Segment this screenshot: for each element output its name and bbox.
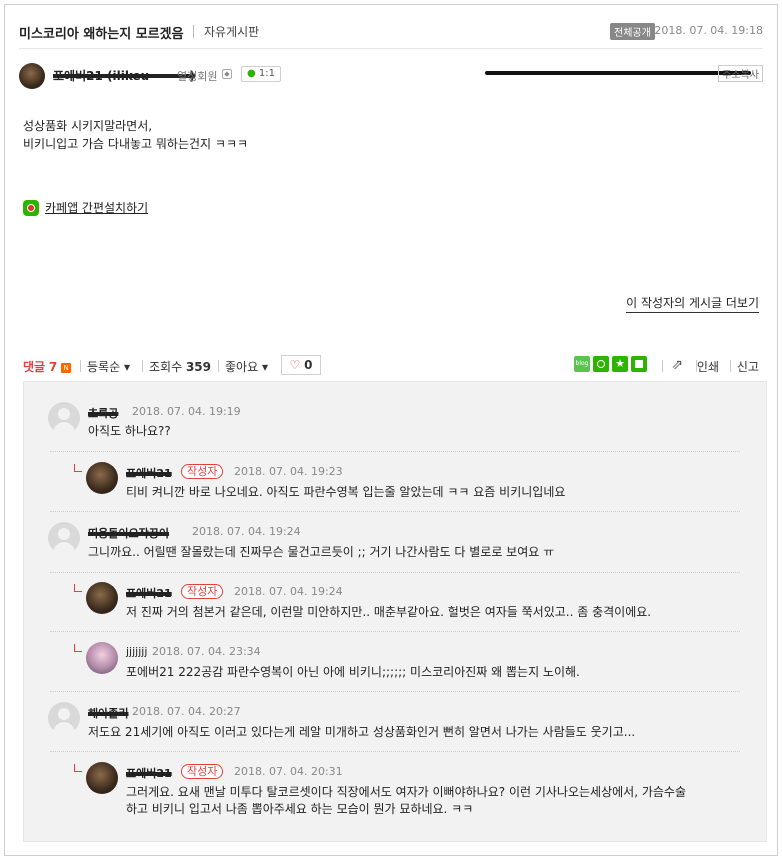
divider bbox=[662, 360, 663, 372]
comment-avatar[interactable] bbox=[86, 762, 118, 794]
comment-text: 아직도 하나요?? bbox=[88, 424, 171, 438]
comment-author[interactable]: 포에버21 bbox=[126, 585, 172, 601]
report-button[interactable]: 신고 bbox=[737, 358, 759, 375]
divider bbox=[218, 360, 219, 372]
share-icon[interactable]: ⇗ bbox=[671, 357, 683, 373]
comment-avatar[interactable] bbox=[86, 462, 118, 494]
post-action-bar: 댓글 7 N 등록순 ▾ 조회수 359 좋아요 ▾ ♡ 0 blog ★ ⇗ 인… bbox=[23, 355, 759, 377]
cafe-share-icon[interactable] bbox=[593, 356, 609, 372]
caret-down-icon: ▾ bbox=[123, 360, 130, 374]
comment-text: 그러게요. 요새 맨날 미투다 탈코르셋이다 직장에서도 여자가 이뻐야하나요?… bbox=[126, 784, 686, 818]
post-date: 2018. 07. 04. 19:18 bbox=[654, 24, 763, 37]
body-line: 성상품화 시키지말라면서, bbox=[23, 119, 153, 133]
like-button[interactable]: ♡ 0 bbox=[281, 355, 321, 375]
comment-date: 2018. 07. 04. 20:27 bbox=[132, 705, 241, 718]
member-grade: 열정회원 bbox=[177, 70, 218, 83]
author-nickname[interactable]: 포에버21 (ilikeu~~~~) bbox=[53, 67, 195, 84]
sort-label: 등록순 bbox=[87, 360, 121, 374]
comment-line: 하고 비키니 입고서 나좀 뽑아주세요 하는 모습이 뭔가 묘하네요. ㅋㅋ bbox=[126, 802, 474, 816]
comment-item: 포에버21 작성자 2018. 07. 04. 20:31 그러게요. 요새 맨… bbox=[24, 752, 766, 832]
divider bbox=[193, 25, 194, 38]
copy-address-button[interactable]: 주소복사 bbox=[718, 65, 763, 82]
divider bbox=[80, 360, 81, 372]
reply-arrow-icon bbox=[74, 584, 82, 592]
post-header: 미스코리아 왜하는지 모르겠음 자유게시판 전체공개 2018. 07. 04.… bbox=[19, 19, 763, 49]
writer-badge: 작성자 bbox=[181, 764, 224, 779]
comment-author[interactable]: 해아졸리 bbox=[88, 705, 128, 721]
body-line: 비키니입고 가슴 다내놓고 뭐하는건지 ㅋㅋㅋ bbox=[23, 137, 249, 151]
scope-badge: 전체공개 bbox=[610, 23, 655, 40]
share-icons: blog ★ bbox=[571, 356, 647, 372]
post-frame: 미스코리아 왜하는지 모르겠음 자유게시판 전체공개 2018. 07. 04.… bbox=[4, 4, 778, 856]
comment-author[interactable]: 포에버21 bbox=[126, 465, 172, 481]
reply-arrow-icon bbox=[74, 464, 82, 472]
post-url-link[interactable] bbox=[485, 71, 751, 75]
chat-label: 1:1 bbox=[258, 68, 276, 79]
chat-button[interactable]: ● 1:1 bbox=[241, 66, 282, 82]
views-value: 359 bbox=[185, 360, 212, 374]
comment-date: 2018. 07. 04. 23:34 bbox=[152, 645, 261, 658]
comment-item: 초록공 2018. 07. 04. 19:19 아직도 하나요?? bbox=[24, 382, 766, 452]
comment-author[interactable]: 초록공 bbox=[88, 405, 118, 421]
new-badge: N bbox=[61, 363, 72, 373]
memo-share-icon[interactable] bbox=[631, 356, 647, 372]
more-posts-link[interactable]: 이 작성자의 게시글 더보기 bbox=[626, 294, 759, 313]
comment-date: 2018. 07. 04. 19:23 bbox=[234, 465, 343, 478]
reply-arrow-icon bbox=[74, 764, 82, 772]
comment-number: 7 bbox=[48, 360, 58, 374]
default-avatar-icon[interactable] bbox=[48, 522, 80, 554]
comment-author[interactable]: jjjjjjj bbox=[126, 645, 147, 658]
comment-item: 해아졸리 2018. 07. 04. 20:27 저도요 21세기에 아직도 이… bbox=[24, 692, 766, 752]
writer-badge: 작성자 bbox=[181, 584, 224, 599]
post-title: 미스코리아 왜하는지 모르겠음 bbox=[19, 27, 184, 42]
chat-bubble-icon: ● bbox=[247, 68, 256, 79]
comment-line: 그러게요. 요새 맨날 미투다 탈코르셋이다 직장에서도 여자가 이뻐야하나요?… bbox=[126, 785, 686, 799]
comment-text: 포에버21 222공감 파란수영복이 아닌 아에 비키니;;;;;; 미스코리아… bbox=[126, 665, 580, 679]
view-count: 조회수 359 bbox=[149, 358, 211, 375]
writer-badge: 작성자 bbox=[181, 464, 224, 479]
comment-text: 그니까요.. 어릴땐 잘몰랐는데 진짜무슨 물건고르듯이 ;; 거기 나간사람도… bbox=[88, 545, 555, 559]
comment-label: 댓글 bbox=[23, 360, 46, 374]
caret-down-icon: ▾ bbox=[261, 360, 268, 374]
default-avatar-icon[interactable] bbox=[48, 402, 80, 434]
author-row: 포에버21 (ilikeu~~~~) 열정회원 ◆ ● 1:1 주소복사 bbox=[19, 61, 763, 91]
comment-text: 저 진짜 거의 첨본거 같은데, 이런말 미안하지만.. 매춘부같아요. 헐벗은… bbox=[126, 605, 652, 619]
app-install: 카페앱 간편설치하기 bbox=[23, 199, 148, 216]
divider bbox=[730, 360, 731, 372]
author-avatar[interactable] bbox=[19, 63, 45, 89]
comment-item: 띠용돌이오작꿍이 2018. 07. 04. 19:24 그니까요.. 어릴땐 … bbox=[24, 512, 766, 573]
views-label: 조회수 bbox=[149, 360, 183, 374]
print-button[interactable]: 인쇄 bbox=[697, 358, 719, 375]
divider bbox=[142, 360, 143, 372]
comment-text: 티비 켜니깐 바로 나오네요. 아직도 파란수영복 입는줄 알았는데 ㅋㅋ 요즘… bbox=[126, 485, 566, 499]
reply-arrow-icon bbox=[74, 644, 82, 652]
likes-label: 좋아요 bbox=[225, 360, 259, 374]
comment-avatar[interactable] bbox=[86, 642, 118, 674]
comment-count[interactable]: 댓글 7 N bbox=[23, 358, 72, 375]
comment-list: 초록공 2018. 07. 04. 19:19 아직도 하나요?? 포에버21 … bbox=[23, 381, 767, 842]
comment-author[interactable]: 포에버21 bbox=[126, 765, 172, 781]
comment-item: 포에버21 작성자 2018. 07. 04. 19:24 저 진짜 거의 첨본… bbox=[24, 572, 766, 632]
heart-icon: ♡ bbox=[289, 358, 301, 372]
likes-dropdown[interactable]: 좋아요 ▾ bbox=[225, 358, 268, 375]
comment-date: 2018. 07. 04. 19:24 bbox=[234, 585, 343, 598]
comment-item: 포에버21 작성자 2018. 07. 04. 19:23 티비 켜니깐 바로 … bbox=[24, 452, 766, 512]
post-body: 성상품화 시키지말라면서, 비키니입고 가슴 다내놓고 뭐하는건지 ㅋㅋㅋ bbox=[23, 117, 248, 153]
comment-avatar[interactable] bbox=[86, 582, 118, 614]
comment-text: 저도요 21세기에 아직도 이러고 있다는게 레알 미개하고 성상품화인거 뻔히… bbox=[88, 725, 636, 739]
bookmark-star-icon[interactable]: ★ bbox=[612, 356, 628, 372]
blog-share-icon[interactable]: blog bbox=[574, 356, 590, 372]
cafe-app-icon bbox=[23, 199, 39, 216]
default-avatar-icon[interactable] bbox=[48, 702, 80, 734]
grade-icon: ◆ bbox=[222, 69, 232, 79]
comment-date: 2018. 07. 04. 19:24 bbox=[192, 525, 301, 538]
comment-date: 2018. 07. 04. 20:31 bbox=[234, 765, 343, 778]
like-count: 0 bbox=[304, 358, 313, 372]
comment-author[interactable]: 띠용돌이오작꿍이 bbox=[88, 525, 169, 541]
comment-date: 2018. 07. 04. 19:19 bbox=[132, 405, 241, 418]
app-install-link[interactable]: 카페앱 간편설치하기 bbox=[45, 201, 148, 215]
sort-dropdown[interactable]: 등록순 ▾ bbox=[87, 358, 130, 375]
board-link[interactable]: 자유게시판 bbox=[204, 23, 259, 40]
comment-item: jjjjjjj 2018. 07. 04. 23:34 포에버21 222공감 … bbox=[24, 632, 766, 692]
